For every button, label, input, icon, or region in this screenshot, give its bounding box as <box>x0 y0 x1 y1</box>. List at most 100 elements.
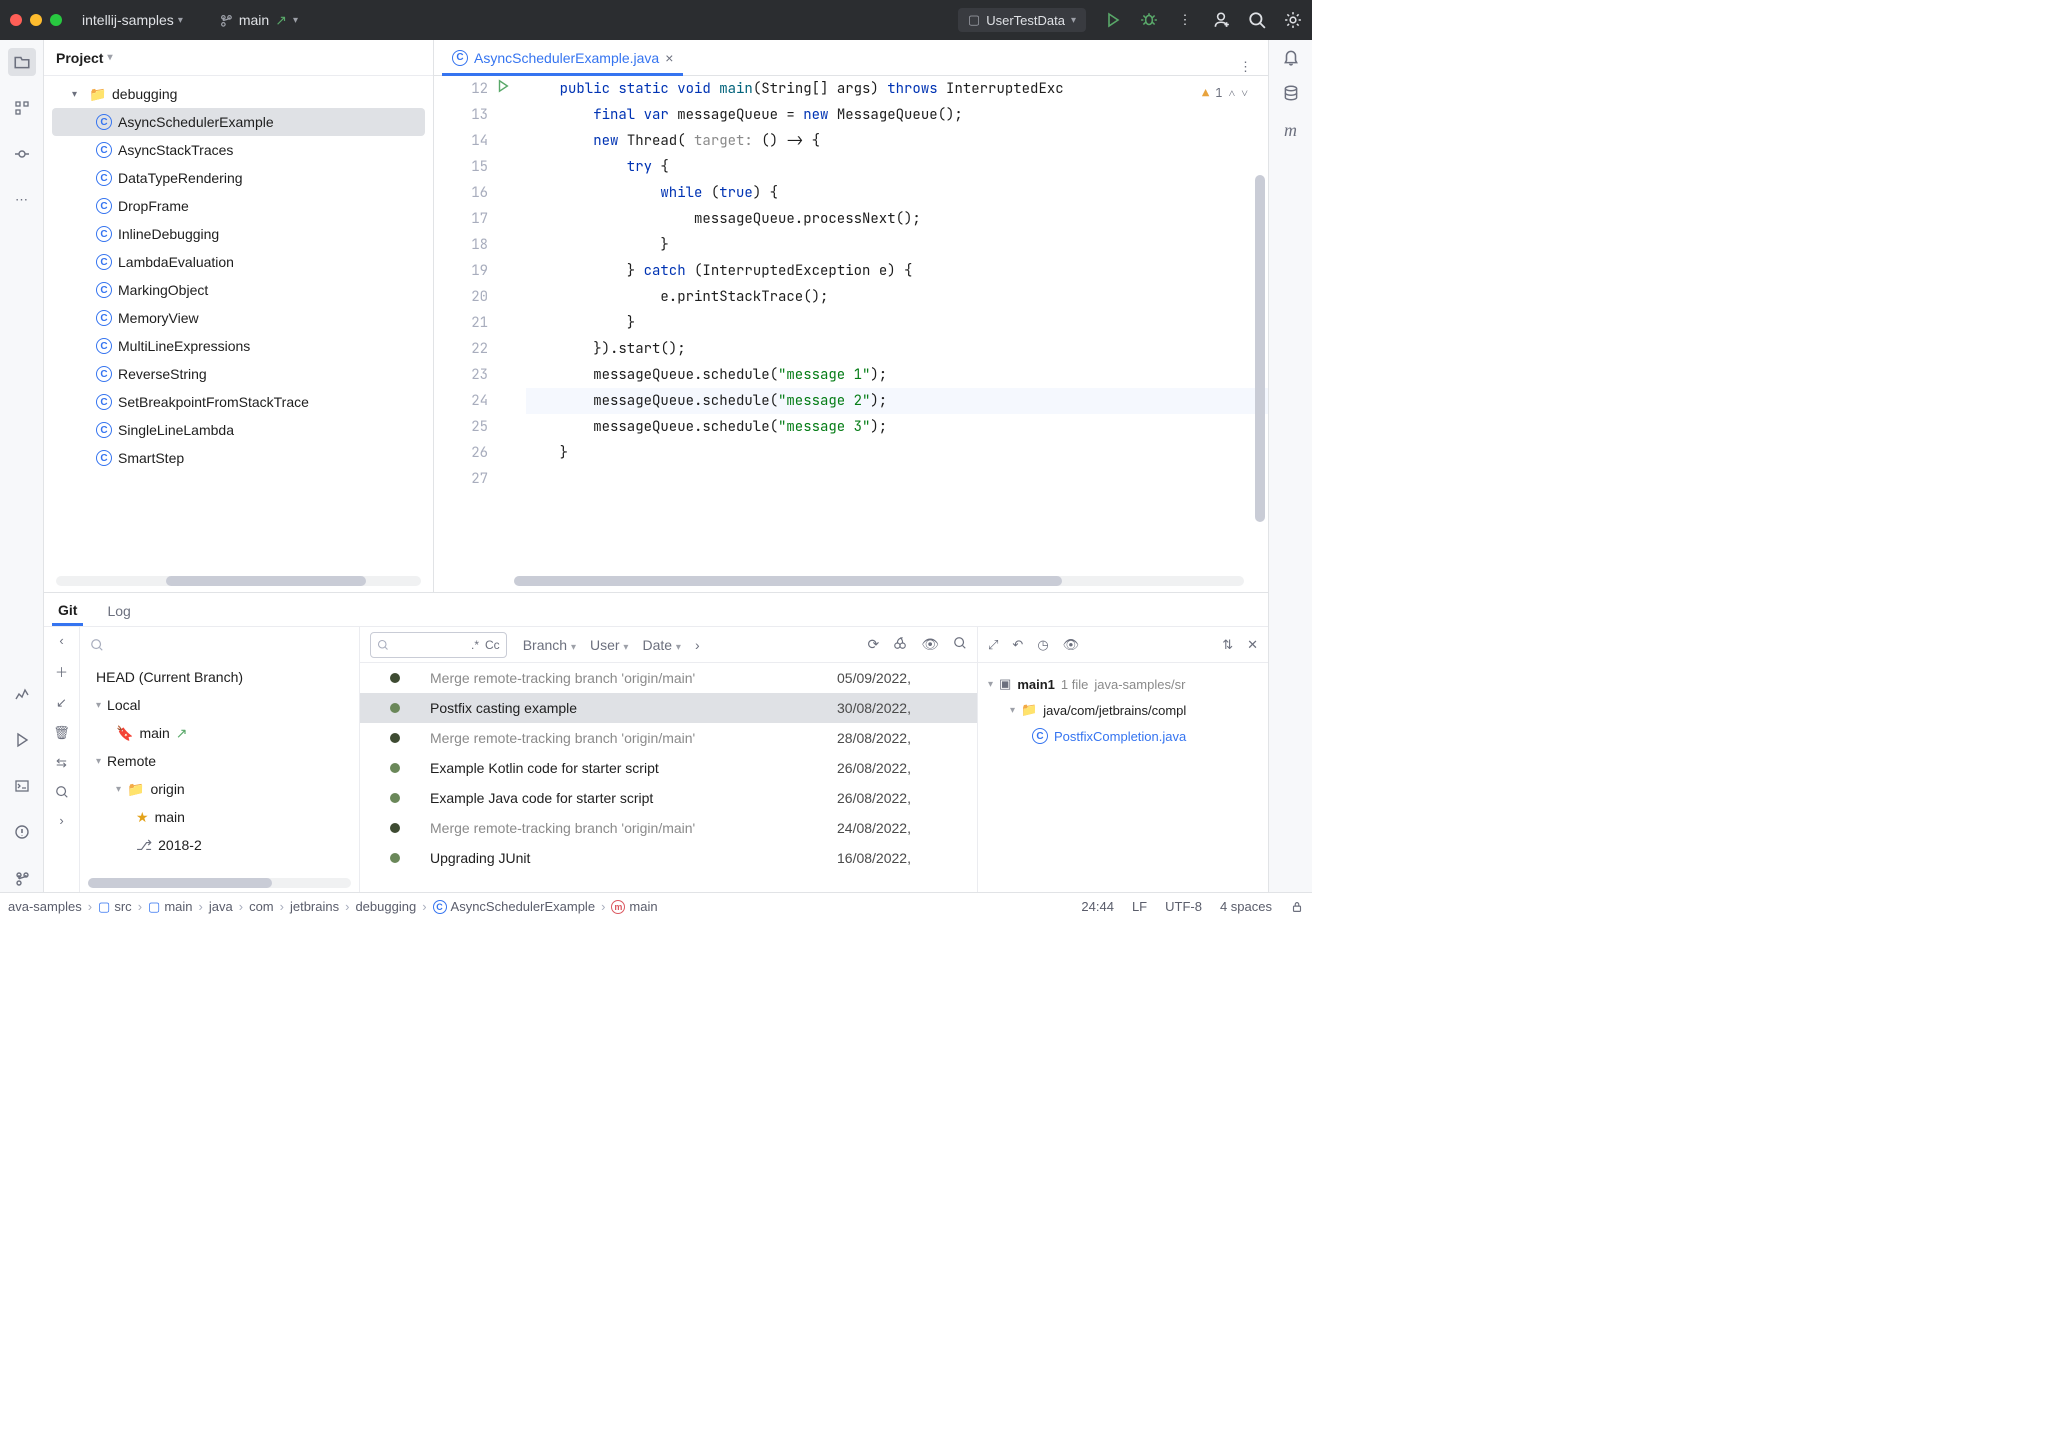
cherry-pick-icon[interactable] <box>893 636 907 653</box>
tree-file[interactable]: CMemoryView <box>44 304 433 332</box>
breadcrumb-item[interactable]: jetbrains <box>290 899 339 914</box>
structure-tool-button[interactable] <box>8 94 36 122</box>
delete-icon[interactable]: 🗑 <box>53 725 70 741</box>
git-tool-button[interactable] <box>8 864 36 892</box>
line-separator[interactable]: LF <box>1132 899 1147 914</box>
tree-file[interactable]: CMarkingObject <box>44 276 433 304</box>
problems-tool-button[interactable] <box>8 818 36 846</box>
eye-icon[interactable]: 👁 <box>1063 637 1080 653</box>
origin-remote[interactable]: ▾📁origin <box>80 775 359 803</box>
chevron-up-icon[interactable]: ˄ <box>1228 80 1235 106</box>
breadcrumb-item[interactable]: ava-samples <box>8 899 82 914</box>
checkout-icon[interactable]: ↙ <box>56 695 67 711</box>
more-actions-button[interactable]: ⋮ <box>1176 11 1194 29</box>
code-editor[interactable]: 12131415161718192021222324252627 public … <box>434 76 1268 572</box>
chevron-left-icon[interactable]: ‹ <box>59 633 63 648</box>
refresh-icon[interactable]: ⟳ <box>867 636 879 653</box>
close-window-button[interactable] <box>10 14 22 26</box>
breadcrumb-item[interactable]: debugging <box>355 899 416 914</box>
tree-file[interactable]: CMultiLineExpressions <box>44 332 433 360</box>
go-to-hash-icon[interactable]: › <box>695 637 700 653</box>
caret-position[interactable]: 24:44 <box>1081 899 1114 914</box>
breadcrumb-item[interactable]: m main <box>611 899 657 914</box>
run-tool-button[interactable] <box>8 726 36 754</box>
local-branches-group[interactable]: ▾Local <box>80 691 359 719</box>
undo-icon[interactable]: ↶ <box>1012 637 1023 653</box>
head-branch-item[interactable]: HEAD (Current Branch) <box>80 663 359 691</box>
breadcrumb-item[interactable]: C AsyncSchedulerExample <box>433 899 596 914</box>
minimize-window-button[interactable] <box>30 14 42 26</box>
search-icon[interactable] <box>55 785 69 799</box>
chevron-right-icon[interactable]: › <box>59 813 63 828</box>
detail-path-row[interactable]: ▾ 📁 java/com/jetbrains/compl <box>988 697 1258 723</box>
more-tool-button[interactable]: ⋯ <box>8 186 36 214</box>
detail-file-row[interactable]: C PostfixCompletion.java <box>988 723 1258 749</box>
remote-branches-group[interactable]: ▾Remote <box>80 747 359 775</box>
commit-row[interactable]: Merge remote-tracking branch 'origin/mai… <box>360 813 977 843</box>
editor-tab[interactable]: C AsyncSchedulerExample.java × <box>442 42 683 76</box>
debug-button[interactable] <box>1140 11 1158 29</box>
project-panel-header[interactable]: Project ▾ <box>44 40 433 76</box>
code-with-me-icon[interactable] <box>1212 11 1230 29</box>
breadcrumb-item[interactable]: ▢ main <box>148 899 192 915</box>
breadcrumb-item[interactable]: java <box>209 899 233 914</box>
run-config-selector[interactable]: ▢ UserTestData ▾ <box>958 8 1086 32</box>
breadcrumb-item[interactable]: com <box>249 899 274 914</box>
tree-file[interactable]: CSmartStep <box>44 444 433 472</box>
breadcrumbs[interactable]: ava-samples›▢ src›▢ main›java›com›jetbra… <box>8 899 658 915</box>
commit-list[interactable]: Merge remote-tracking branch 'origin/mai… <box>360 663 977 892</box>
sync-icon[interactable]: ⇆ <box>56 755 67 771</box>
expand-icon[interactable]: ⤢ <box>988 637 998 653</box>
tree-file[interactable]: CLambdaEvaluation <box>44 248 433 276</box>
log-tab[interactable]: Log <box>101 596 136 626</box>
project-tree[interactable]: ▾📁debuggingCAsyncSchedulerExampleCAsyncS… <box>44 76 433 570</box>
local-main-branch[interactable]: 🔖main ↗ <box>80 719 359 747</box>
origin-branch-item[interactable]: ⎇2018-2 <box>80 831 359 859</box>
log-search-input[interactable]: .* Cc <box>370 632 507 658</box>
find-icon[interactable] <box>953 636 967 653</box>
history-icon[interactable]: ◷ <box>1037 637 1048 653</box>
notifications-button[interactable] <box>1282 48 1300 66</box>
breadcrumb-item[interactable]: ▢ src <box>98 899 132 915</box>
commit-row[interactable]: Merge remote-tracking branch 'origin/mai… <box>360 663 977 693</box>
editor-tabs-menu[interactable]: ⋮ <box>1231 59 1260 75</box>
settings-button[interactable] <box>1284 11 1302 29</box>
tree-folder[interactable]: ▾📁debugging <box>44 80 433 108</box>
maximize-window-button[interactable] <box>50 14 62 26</box>
date-filter[interactable]: Date ▾ <box>642 637 681 653</box>
project-selector[interactable]: intellij-samples ▾ <box>82 12 183 28</box>
profiler-tool-button[interactable] <box>8 680 36 708</box>
commit-tool-button[interactable] <box>8 140 36 168</box>
tree-file[interactable]: CSingleLineLambda <box>44 416 433 444</box>
user-filter[interactable]: User ▾ <box>590 637 628 653</box>
add-icon[interactable]: ＋ <box>55 662 68 681</box>
regex-toggle[interactable]: .* <box>471 638 479 652</box>
run-button[interactable] <box>1104 11 1122 29</box>
commit-row[interactable]: Example Kotlin code for starter script26… <box>360 753 977 783</box>
editor-content[interactable]: public static void main(String[] args) t… <box>498 76 1268 572</box>
terminal-tool-button[interactable] <box>8 772 36 800</box>
tree-file[interactable]: CSetBreakpointFromStackTrace <box>44 388 433 416</box>
tree-file[interactable]: CAsyncStackTraces <box>44 136 433 164</box>
commit-row[interactable]: Upgrading JUnit16/08/2022, <box>360 843 977 873</box>
search-everywhere-button[interactable] <box>1248 11 1266 29</box>
inspection-widget[interactable]: ▲ 1 ˄ ˅ <box>1202 80 1248 106</box>
tree-file[interactable]: CDataTypeRendering <box>44 164 433 192</box>
commit-row[interactable]: Merge remote-tracking branch 'origin/mai… <box>360 723 977 753</box>
close-tab-button[interactable]: × <box>665 50 673 66</box>
branches-search[interactable] <box>80 627 359 663</box>
readonly-toggle[interactable] <box>1290 900 1304 914</box>
indent-widget[interactable]: 4 spaces <box>1220 899 1272 914</box>
tree-file[interactable]: CInlineDebugging <box>44 220 433 248</box>
database-tool-button[interactable] <box>1282 84 1300 102</box>
editor-gutter[interactable]: 12131415161718192021222324252627 <box>434 76 498 572</box>
branch-filter[interactable]: Branch ▾ <box>523 637 576 653</box>
detail-branch-row[interactable]: ▾ ▣ main1 1 file java-samples/sr <box>988 671 1258 697</box>
branches-tree[interactable]: HEAD (Current Branch) ▾Local 🔖main ↗ ▾Re… <box>80 663 359 874</box>
tree-file[interactable]: CDropFrame <box>44 192 433 220</box>
editor-h-scrollbar[interactable] <box>514 576 1244 586</box>
sort-icon[interactable]: ⇅ <box>1222 637 1233 653</box>
tree-file[interactable]: CAsyncSchedulerExample <box>52 108 425 136</box>
eye-icon[interactable]: 👁 <box>921 636 939 653</box>
file-encoding[interactable]: UTF-8 <box>1165 899 1202 914</box>
